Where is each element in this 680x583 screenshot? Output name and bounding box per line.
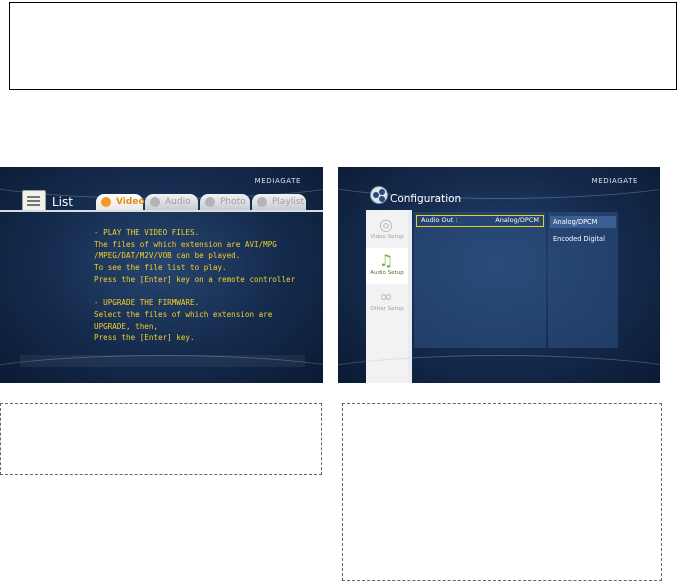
camera-icon — [205, 197, 215, 207]
option-encoded-digital[interactable]: Encoded Digital — [550, 233, 616, 245]
setup-sidebar: ◎ Video Setup ♫ Audio Setup ∞ Other Setu… — [366, 210, 408, 383]
tab-label: Photo — [220, 197, 246, 207]
brand-logo: MEDIAGATE — [591, 177, 638, 185]
left-caption-box — [0, 403, 322, 475]
configuration-screen: MEDIAGATE Configuration ◎ Video Setup ♫ … — [338, 167, 660, 383]
sidebar-item-other-setup[interactable]: ∞ Other Setup — [366, 284, 408, 320]
tab-underline — [0, 210, 323, 212]
settings-panel — [414, 212, 546, 348]
music-note-icon: ♫ — [378, 251, 394, 270]
tab-audio[interactable]: Audio — [145, 194, 198, 210]
tab-video[interactable]: Video — [96, 194, 145, 210]
audio-out-setting[interactable]: Audio Out : Analog/DPCM — [416, 215, 544, 227]
list-screen: MEDIAGATE List Video Audio Photo Playlis… — [0, 167, 323, 383]
setting-value: Analog/DPCM — [495, 216, 539, 224]
setting-label: Audio Out : — [421, 216, 458, 224]
status-bar — [20, 355, 305, 367]
option-analog-dpcm[interactable]: Analog/DPCM — [550, 216, 616, 228]
tab-playlist[interactable]: Playlist — [252, 194, 306, 210]
tab-label: Audio — [165, 197, 191, 207]
sidebar-item-label: Audio Setup — [370, 270, 404, 276]
sidebar-item-label: Other Setup — [370, 306, 404, 312]
sidebar-item-label: Video Setup — [370, 234, 404, 240]
music-note-icon — [150, 197, 160, 207]
sidebar-item-video-setup[interactable]: ◎ Video Setup — [366, 212, 408, 248]
info-text: - PLAY THE VIDEO FILES. The files of whi… — [94, 228, 296, 343]
config-icon — [370, 186, 388, 204]
right-caption-box — [342, 403, 662, 581]
tab-label: Playlist — [272, 197, 304, 207]
video-icon — [101, 197, 111, 207]
link-icon: ∞ — [379, 287, 393, 306]
page-title: Configuration — [390, 193, 462, 205]
tab-photo[interactable]: Photo — [200, 194, 250, 210]
playlist-icon — [257, 197, 267, 207]
page-title: List — [52, 195, 73, 209]
list-icon — [22, 190, 46, 212]
sidebar-item-audio-setup[interactable]: ♫ Audio Setup — [366, 248, 408, 284]
top-text-box — [9, 2, 677, 90]
sidebar-divider — [408, 210, 412, 383]
disc-icon: ◎ — [379, 215, 393, 234]
brand-logo: MEDIAGATE — [254, 177, 301, 185]
tab-label: Video — [116, 197, 145, 207]
